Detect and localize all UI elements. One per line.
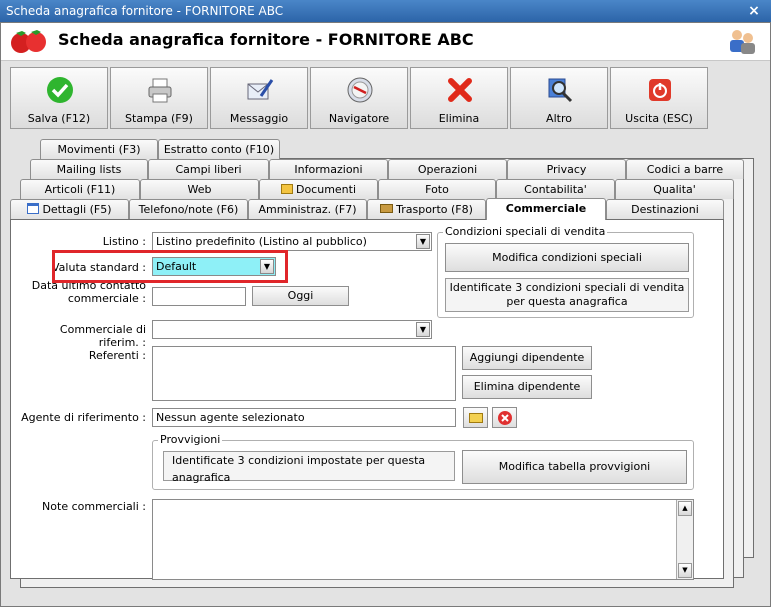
users-icon[interactable] bbox=[726, 27, 758, 55]
scroll-up-icon[interactable]: ▲ bbox=[678, 501, 692, 516]
tab-informazioni[interactable]: Informazioni bbox=[269, 159, 388, 179]
tab-articoli[interactable]: Articoli (F11) bbox=[20, 179, 140, 199]
tab-trasporto[interactable]: Trasporto (F8) bbox=[367, 199, 486, 219]
agente-field: Nessun agente selezionato bbox=[152, 408, 456, 427]
other-button[interactable]: Altro bbox=[510, 67, 608, 129]
tab-dettagli[interactable]: Dettagli (F5) bbox=[10, 199, 129, 219]
tab-privacy[interactable]: Privacy bbox=[507, 159, 626, 179]
listino-label: Listino : bbox=[102, 235, 146, 248]
aggiungi-dipendente-button[interactable]: Aggiungi dipendente bbox=[462, 346, 592, 370]
tab-codici-a-barre[interactable]: Codici a barre bbox=[626, 159, 744, 179]
tab-documenti-label: Documenti bbox=[295, 183, 357, 196]
compass-icon bbox=[347, 77, 373, 103]
window-title-bar: Scheda anagrafica fornitore - FORNITORE … bbox=[0, 0, 771, 22]
chevron-down-icon[interactable]: ▼ bbox=[416, 234, 430, 249]
tab-estratto-conto[interactable]: Estratto conto (F10) bbox=[158, 139, 280, 159]
tab-dettagli-label: Dettagli (F5) bbox=[42, 203, 112, 216]
folder-icon bbox=[280, 184, 293, 194]
note-commerciali-label: Note commerciali : bbox=[42, 500, 146, 513]
condizioni-info: Identificate 3 condizioni speciali di ve… bbox=[445, 278, 689, 312]
provvigioni-title: Provvigioni bbox=[158, 433, 223, 446]
tab-trasporto-label: Trasporto (F8) bbox=[396, 203, 473, 216]
save-button[interactable]: Salva (F12) bbox=[10, 67, 108, 129]
save-label: Salva (F12) bbox=[27, 112, 91, 125]
condizioni-title: Condizioni speciali di vendita bbox=[443, 225, 608, 238]
data-contatto-label-line2: commerciale : bbox=[67, 292, 146, 305]
truck-icon bbox=[380, 204, 394, 213]
close-icon[interactable]: × bbox=[745, 2, 763, 20]
tab-destinazioni[interactable]: Destinazioni bbox=[606, 199, 724, 219]
red-x-icon bbox=[448, 78, 472, 102]
scroll-down-icon[interactable]: ▼ bbox=[678, 563, 692, 578]
tab-operazioni[interactable]: Operazioni bbox=[388, 159, 507, 179]
exit-label: Uscita (ESC) bbox=[625, 112, 693, 125]
tab-movimenti[interactable]: Movimenti (F3) bbox=[40, 139, 158, 159]
tab-mailing-lists[interactable]: Mailing lists bbox=[30, 159, 148, 179]
oggi-button[interactable]: Oggi bbox=[252, 286, 349, 306]
chevron-down-icon[interactable]: ▼ bbox=[416, 322, 430, 337]
referenti-label: Referenti : bbox=[88, 349, 146, 362]
modifica-provvigioni-button[interactable]: Modifica tabella provvigioni bbox=[462, 450, 687, 484]
message-label: Messaggio bbox=[229, 112, 289, 125]
highlight-box bbox=[52, 250, 288, 283]
tab-qualita[interactable]: Qualita' bbox=[615, 179, 734, 199]
tab-telefono-note[interactable]: Telefono/note (F6) bbox=[129, 199, 248, 219]
message-button[interactable]: Messaggio bbox=[210, 67, 308, 129]
window-title: Scheda anagrafica fornitore - FORNITORE … bbox=[6, 4, 284, 18]
elimina-dipendente-button[interactable]: Elimina dipendente bbox=[462, 375, 592, 399]
delete-circle-icon bbox=[498, 411, 512, 425]
delete-button[interactable]: Elimina bbox=[410, 67, 508, 129]
envelope-pen-icon bbox=[247, 79, 274, 100]
delete-label: Elimina bbox=[438, 112, 480, 125]
data-contatto-input[interactable] bbox=[152, 287, 246, 306]
calendar-icon bbox=[27, 203, 40, 214]
provvigioni-info: Identificate 3 condizioni impostate per … bbox=[163, 451, 455, 484]
modifica-condizioni-button[interactable]: Modifica condizioni speciali bbox=[445, 243, 689, 272]
print-button[interactable]: Stampa (F9) bbox=[110, 67, 208, 129]
tab-amministrazione[interactable]: Amministraz. (F7) bbox=[248, 199, 367, 219]
check-icon bbox=[47, 77, 73, 103]
other-label: Altro bbox=[546, 112, 572, 125]
tab-campi-liberi[interactable]: Campi liberi bbox=[148, 159, 269, 179]
navigator-button[interactable]: Navigatore bbox=[310, 67, 408, 129]
select-agent-button[interactable] bbox=[463, 407, 488, 428]
tab-documenti[interactable]: Documenti bbox=[259, 179, 378, 199]
power-icon bbox=[649, 79, 671, 101]
page-title: Scheda anagrafica fornitore - FORNITORE … bbox=[58, 30, 474, 49]
folder-icon bbox=[469, 413, 483, 423]
note-commerciali-textarea[interactable]: ▲ ▼ bbox=[152, 499, 694, 580]
referenti-list[interactable] bbox=[152, 346, 456, 401]
tab-web[interactable]: Web bbox=[140, 179, 259, 199]
printer-icon bbox=[148, 78, 172, 103]
clear-agent-button[interactable] bbox=[492, 407, 517, 428]
strawberries-logo-icon bbox=[11, 30, 46, 53]
magnifier-icon bbox=[548, 78, 573, 103]
tab-foto[interactable]: Foto bbox=[378, 179, 496, 199]
agente-label: Agente di riferimento : bbox=[21, 411, 146, 424]
listino-select[interactable]: Listino predefinito (Listino al pubblico… bbox=[152, 232, 432, 251]
navigator-label: Navigatore bbox=[328, 112, 390, 125]
commerciale-rif-select[interactable]: ▼ bbox=[152, 320, 432, 339]
listino-value: Listino predefinito (Listino al pubblico… bbox=[156, 235, 367, 248]
commerciale-rif-label: Commerciale di riferim. : bbox=[59, 323, 146, 349]
tab-contabilita[interactable]: Contabilita' bbox=[496, 179, 615, 199]
print-label: Stampa (F9) bbox=[125, 112, 193, 125]
exit-button[interactable]: Uscita (ESC) bbox=[610, 67, 708, 129]
scrollbar[interactable]: ▲ ▼ bbox=[676, 500, 693, 579]
tab-commerciale[interactable]: Commerciale bbox=[486, 198, 606, 220]
